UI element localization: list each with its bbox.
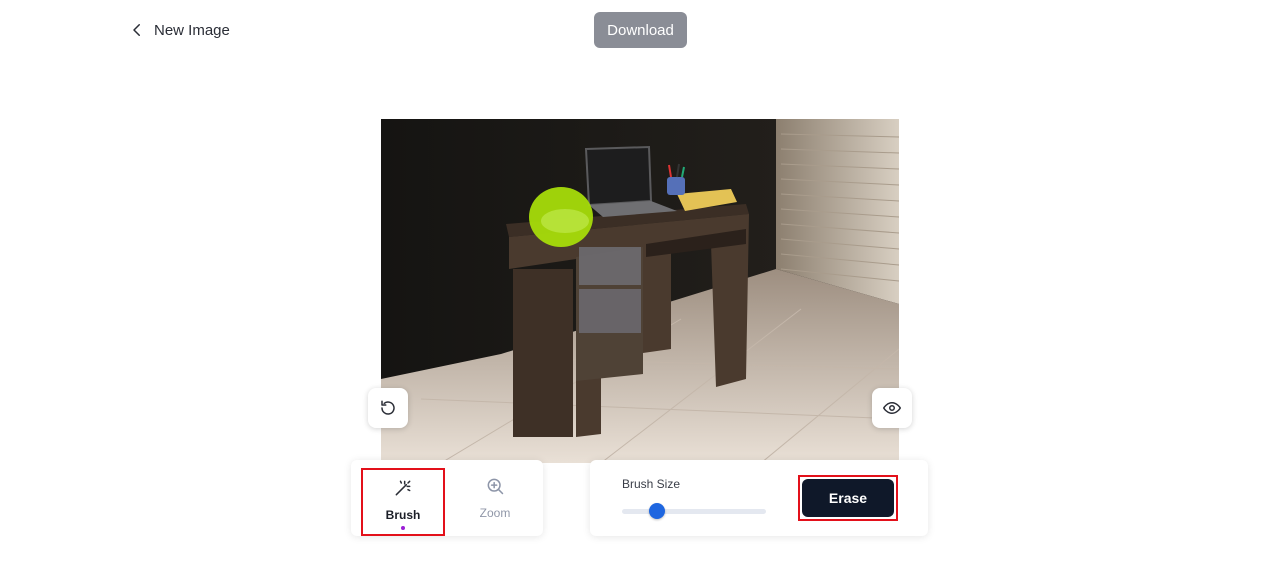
erase-button[interactable]: Erase [802, 479, 894, 517]
chevron-left-icon [133, 24, 140, 36]
brush-size-slider-knob[interactable] [648, 503, 665, 519]
brush-size-slider[interactable] [622, 503, 766, 519]
undo-button[interactable] [368, 388, 408, 428]
image-canvas[interactable] [381, 119, 899, 463]
download-button[interactable]: Download [594, 12, 687, 48]
back-button[interactable]: New Image [128, 18, 230, 42]
back-label: New Image [154, 21, 230, 39]
zoom-tool-button[interactable]: Zoom [453, 468, 537, 534]
rotate-ccw-icon [381, 400, 395, 415]
brush-tool-button[interactable]: Brush [361, 468, 445, 536]
zoom-in-icon [487, 478, 504, 495]
zoom-tool-label: Zoom [479, 506, 511, 520]
room-photo [381, 119, 899, 463]
magic-wand-icon [395, 480, 411, 496]
tool-panel: Brush Zoom [351, 460, 543, 536]
brush-settings-panel: Brush Size Erase [590, 460, 928, 536]
preview-toggle-button[interactable] [872, 388, 912, 428]
erase-highlight: Erase [798, 475, 898, 521]
brush-tool-label: Brush [385, 508, 421, 522]
eye-icon [883, 402, 901, 414]
brush-size-label: Brush Size [622, 477, 681, 491]
active-indicator [401, 526, 405, 530]
